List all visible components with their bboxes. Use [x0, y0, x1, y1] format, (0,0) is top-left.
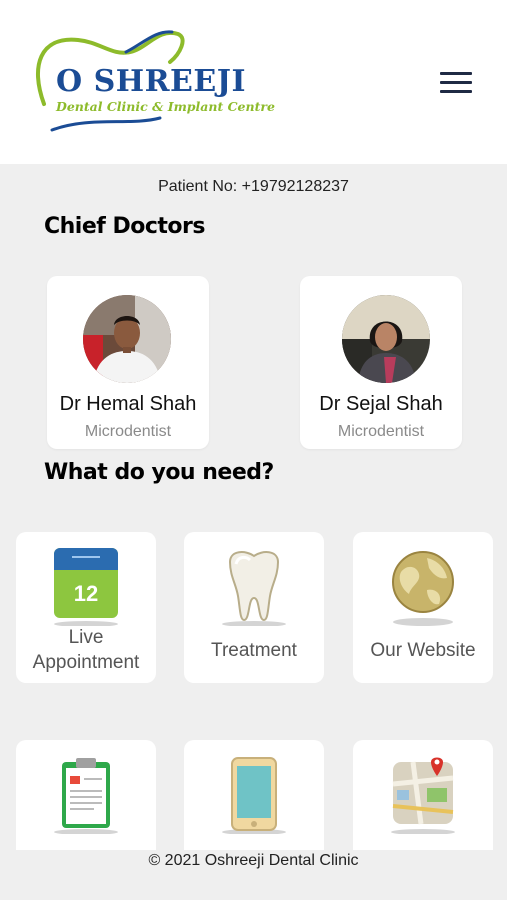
live-appointment-tile[interactable]: 12 Live Appointment [16, 532, 156, 683]
phone-icon [218, 754, 290, 835]
doctor-name: Dr Hemal Shah [59, 393, 197, 415]
doctor-card[interactable]: Dr Hemal Shah Microdentist [47, 276, 209, 449]
copyright-text: © 2021 Oshreeji Dental Clinic [148, 852, 359, 869]
tile-label: Live Appointment [16, 625, 156, 675]
tile-label-line2: Appointment [32, 652, 140, 673]
tile-label: Treatment [211, 640, 297, 661]
tile-label-line1: Live [68, 627, 104, 648]
clinic-logo: O SHREEJI Dental Clinic & Implant Centre [30, 26, 290, 138]
logo-subtitle: Dental Clinic & Implant Centre [56, 99, 275, 114]
doctor-name: Dr Sejal Shah [319, 393, 443, 415]
calendar-day: 12 [74, 581, 98, 606]
doctor-role: Microdentist [337, 423, 425, 440]
app-header: O SHREEJI Dental Clinic & Implant Centre [0, 0, 507, 164]
doctor-role: Microdentist [84, 423, 172, 440]
clipboard-icon [50, 754, 122, 835]
doctor-avatar [342, 295, 430, 383]
needs-title: What do you need? [44, 460, 274, 485]
doctor-card[interactable]: Dr Sejal Shah Microdentist [300, 276, 462, 449]
calendar-icon: 12 [50, 546, 122, 627]
doctor-avatar [83, 295, 171, 383]
hamburger-menu-icon[interactable] [437, 69, 475, 97]
our-website-tile[interactable]: Our Website [353, 532, 493, 683]
globe-icon [387, 546, 459, 626]
chief-doctors-title: Chief Doctors [44, 214, 206, 239]
treatment-tile[interactable]: Treatment [184, 532, 324, 683]
patient-number: Patient No: +19792128237 [158, 178, 349, 195]
tooth-icon [218, 546, 290, 627]
tile-label: Our Website [370, 640, 476, 661]
footer: © 2021 Oshreeji Dental Clinic [0, 850, 507, 900]
logo-title: O SHREEJI [56, 64, 246, 99]
map-icon [387, 754, 459, 835]
